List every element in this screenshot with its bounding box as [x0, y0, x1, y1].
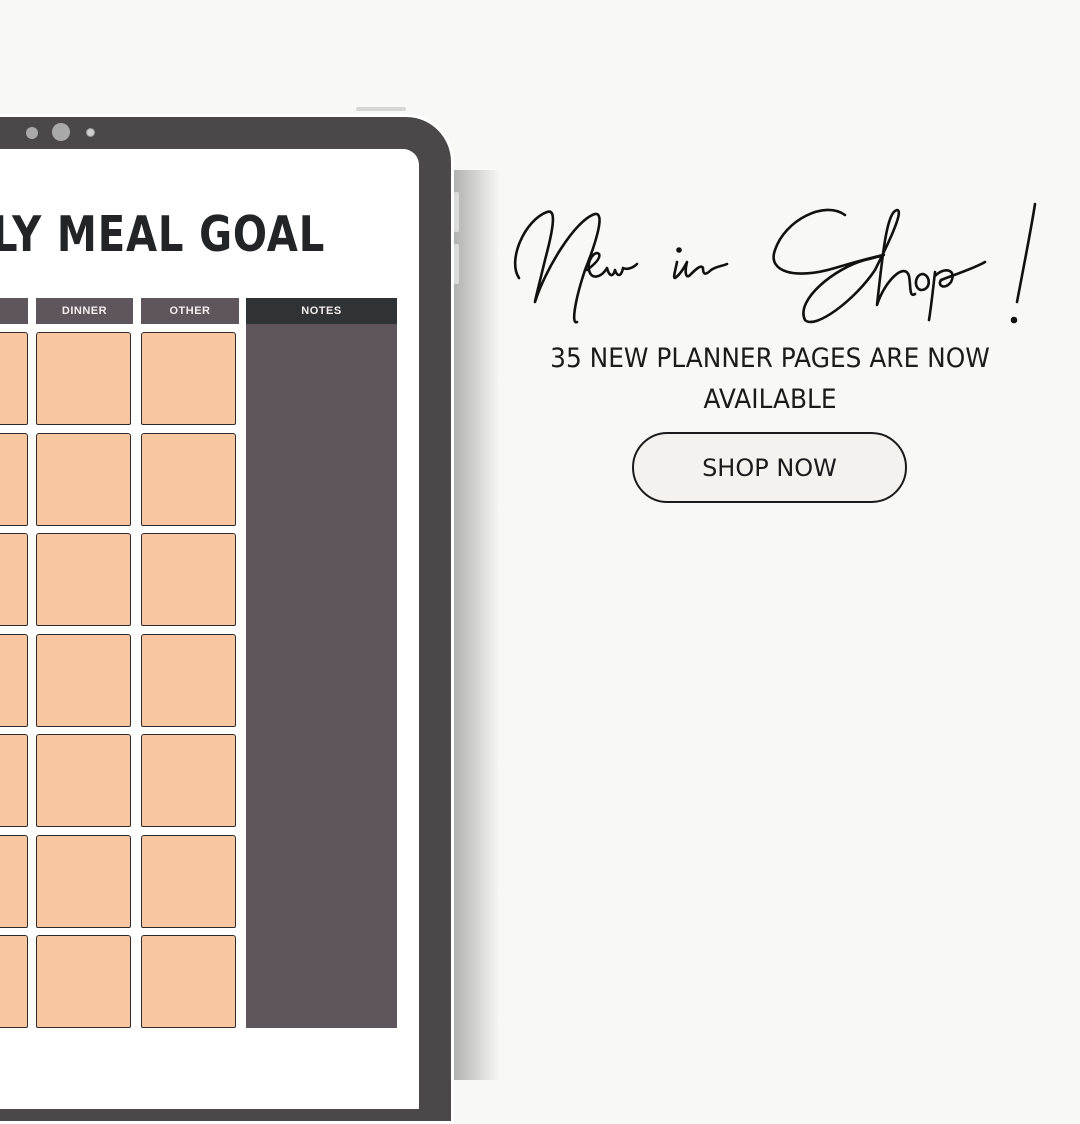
camera-dot: [26, 127, 38, 139]
meal-cell[interactable]: [141, 332, 236, 425]
meal-cell[interactable]: [0, 432, 28, 526]
sensor-dot: [86, 128, 95, 137]
tablet-volume-up: [454, 192, 459, 232]
meal-cell[interactable]: [0, 332, 28, 425]
meal-cell[interactable]: [36, 332, 131, 425]
shop-now-button[interactable]: SHOP NOW: [632, 432, 907, 503]
column-header-other: OTHER: [141, 298, 239, 324]
meal-cell[interactable]: [141, 834, 236, 928]
column-header-notes: NOTES: [246, 298, 397, 324]
meal-cell[interactable]: [141, 633, 236, 727]
script-letter-n: [513, 210, 601, 324]
meal-cell[interactable]: [0, 935, 28, 1028]
meal-cell[interactable]: [0, 633, 28, 727]
column-header-partial: [0, 298, 28, 324]
camera-lens: [52, 123, 70, 141]
meal-cell[interactable]: [141, 935, 236, 1028]
script-letter-s-h: [772, 208, 917, 324]
tablet-power-button: [356, 107, 406, 111]
tablet-volume-down: [454, 244, 459, 284]
promo-subtitle-line2: AVAILABLE: [703, 384, 837, 415]
meal-cell[interactable]: [141, 432, 236, 526]
script-letters-op: [914, 260, 987, 322]
script-letters-in: [672, 260, 729, 280]
meal-cell[interactable]: [0, 533, 28, 626]
promo-subtitle: 35 NEW PLANNER PAGES ARE NOW AVAILABLE: [540, 338, 1000, 420]
meal-cell[interactable]: [141, 734, 236, 827]
new-in-shop-headline: New in Shop!: [513, 202, 1037, 324]
promo-subtitle-line1: 35 NEW PLANNER PAGES ARE NOW: [550, 343, 990, 374]
column-header-dinner: DINNER: [36, 298, 133, 324]
meal-cell[interactable]: [36, 734, 131, 827]
meal-cell[interactable]: [0, 834, 28, 928]
meal-cell[interactable]: [141, 533, 236, 626]
script-letters-ew: [585, 251, 639, 278]
meal-cell[interactable]: [36, 432, 131, 526]
meal-cell[interactable]: [36, 533, 131, 626]
meal-cell[interactable]: [36, 633, 131, 727]
meal-cell[interactable]: [0, 734, 28, 827]
planner-title: LY MEAL GOAL: [0, 206, 326, 263]
meal-cell[interactable]: [36, 834, 131, 928]
meal-cell[interactable]: [36, 935, 131, 1028]
notes-area[interactable]: [246, 324, 397, 1028]
script-exclamation: [1015, 202, 1037, 304]
